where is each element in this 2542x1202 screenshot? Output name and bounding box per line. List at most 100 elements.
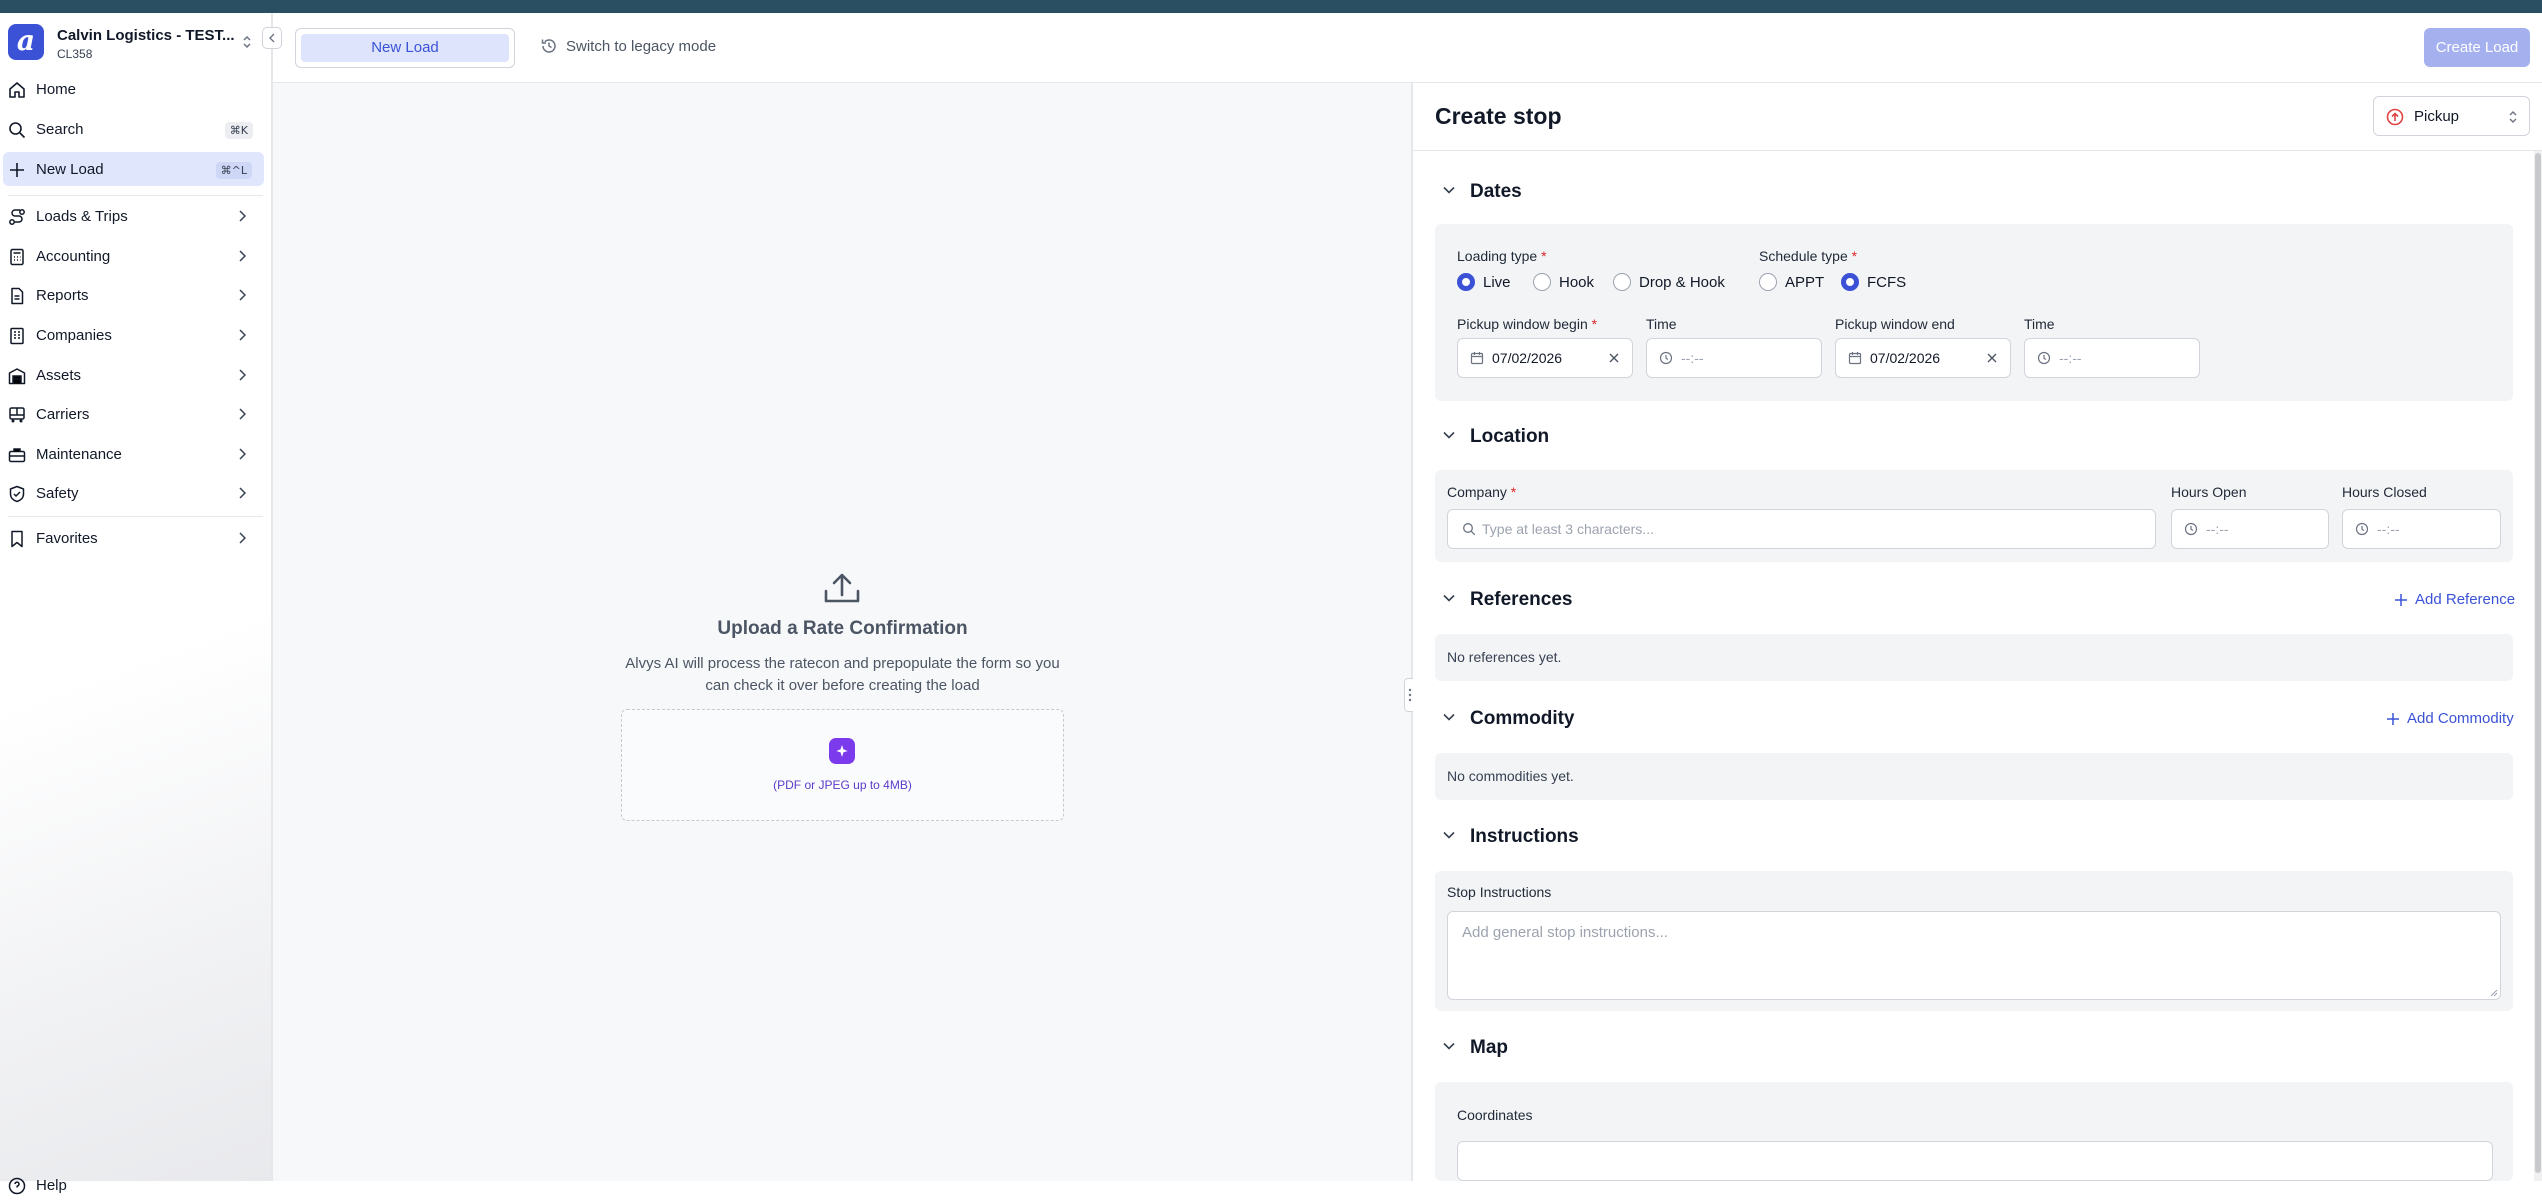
sidebar-item-new-load[interactable]: New Load ⌘^L xyxy=(3,152,264,186)
coordinates-input[interactable] xyxy=(1457,1141,2493,1181)
upload-icon xyxy=(824,573,860,603)
file-dropzone[interactable]: (PDF or JPEG up to 4MB) xyxy=(621,709,1064,821)
divider xyxy=(8,516,263,517)
sidebar-item-search[interactable]: Search ⌘K xyxy=(0,112,265,146)
section-title: Dates xyxy=(1470,181,1522,202)
panel-header: Create stop Pickup xyxy=(1413,83,2542,151)
commodities-empty-text: No commodities yet. xyxy=(1447,768,1574,784)
plus-icon xyxy=(2387,713,2399,725)
sidebar-item-reports[interactable]: Reports xyxy=(0,278,265,312)
chevron-right-icon xyxy=(239,289,246,301)
pickup-end-time-input[interactable]: --:-- xyxy=(2024,338,2200,378)
pickup-icon xyxy=(2386,108,2404,126)
history-icon xyxy=(541,39,556,53)
hours-open-input[interactable]: --:-- xyxy=(2171,509,2329,549)
company-search-input[interactable]: Type at least 3 characters... xyxy=(1447,509,2156,549)
stop-type-value: Pickup xyxy=(2414,108,2460,125)
upload-panel: Upload a Rate Confirmation Alvys AI will… xyxy=(273,83,1412,1181)
pickup-window-begin-input[interactable]: 07/02/2026 xyxy=(1457,338,1633,378)
chevron-down-icon xyxy=(1443,1042,1455,1050)
pickup-window-end-input[interactable]: 07/02/2026 xyxy=(1835,338,2011,378)
section-map-header[interactable]: Map xyxy=(1435,1033,2521,1063)
sidebar-item-favorites[interactable]: Favorites xyxy=(0,521,265,555)
org-switcher[interactable]: a Calvin Logistics - TEST... CL358 xyxy=(8,24,268,68)
org-code: CL358 xyxy=(57,47,93,61)
scrollbar[interactable] xyxy=(2534,151,2542,1181)
chevron-right-icon xyxy=(239,487,246,499)
section-commodity: No commodities yet. xyxy=(1435,753,2513,800)
clock-icon xyxy=(2184,522,2198,536)
stop-instructions-textarea[interactable]: Add general stop instructions... xyxy=(1447,911,2501,1000)
chevron-right-icon xyxy=(239,369,246,381)
calculator-icon xyxy=(10,248,24,266)
org-name: Calvin Logistics - TEST... xyxy=(57,27,235,44)
section-title: References xyxy=(1470,589,1573,610)
chevron-down-icon xyxy=(1443,713,1455,721)
sidebar-item-companies[interactable]: Companies xyxy=(0,318,265,352)
clock-icon xyxy=(1659,351,1673,365)
sidebar-item-label: Loads & Trips xyxy=(36,208,128,225)
section-references: No references yet. xyxy=(1435,634,2513,681)
section-title: Commodity xyxy=(1470,708,1575,729)
stop-type-select[interactable]: Pickup xyxy=(2373,96,2530,136)
sidebar-item-label: Carriers xyxy=(36,406,90,423)
sidebar-item-safety[interactable]: Safety xyxy=(0,476,265,510)
carrier-icon xyxy=(9,407,25,423)
clock-icon xyxy=(2355,522,2369,536)
clear-icon[interactable] xyxy=(1986,352,1998,364)
sidebar-item-assets[interactable]: Assets xyxy=(0,358,265,392)
collapse-sidebar-button[interactable] xyxy=(262,27,282,49)
toolbox-icon xyxy=(8,448,26,463)
time-label: Time xyxy=(2024,316,2055,332)
sidebar-item-label: Accounting xyxy=(36,248,111,265)
scrollbar-thumb[interactable] xyxy=(2535,153,2541,1173)
upload-title: Upload a Rate Confirmation xyxy=(717,618,968,639)
sidebar-item-accounting[interactable]: Accounting xyxy=(0,239,265,273)
create-load-button[interactable]: Create Load xyxy=(2424,28,2530,67)
sidebar-item-maintenance[interactable]: Maintenance xyxy=(0,437,265,471)
chevron-right-icon xyxy=(239,329,246,341)
bookmark-icon xyxy=(11,530,23,548)
shield-check-icon xyxy=(9,485,25,503)
chevron-right-icon xyxy=(239,532,246,544)
clear-icon[interactable] xyxy=(1608,352,1620,364)
sidebar: a Calvin Logistics - TEST... CL358 Home … xyxy=(0,13,273,1195)
route-icon xyxy=(9,209,25,225)
hours-closed-input[interactable]: --:-- xyxy=(2342,509,2501,549)
resize-grip-icon xyxy=(2490,989,2498,997)
section-dates-header[interactable]: Dates xyxy=(1435,177,2521,207)
sidebar-item-help[interactable]: Help xyxy=(0,1168,265,1202)
search-icon xyxy=(1463,523,1476,536)
chevron-up-down-icon xyxy=(243,35,251,49)
sidebar-item-carriers[interactable]: Carriers xyxy=(0,397,265,431)
chevron-right-icon xyxy=(239,448,246,460)
plus-icon xyxy=(2395,594,2407,606)
sidebar-item-label: Assets xyxy=(36,367,82,384)
hours-open-label: Hours Open xyxy=(2171,484,2247,500)
sidebar-item-label: Companies xyxy=(36,327,112,344)
section-commodity-header[interactable]: Commodity Add Commodity xyxy=(1435,704,2521,734)
warehouse-icon xyxy=(8,368,26,385)
page-header: New Load Switch to legacy mode Create Lo… xyxy=(273,13,2542,83)
sidebar-item-loads-trips[interactable]: Loads & Trips xyxy=(0,199,265,233)
chevron-right-icon xyxy=(239,408,246,420)
section-location-header[interactable]: Location xyxy=(1435,422,2521,452)
company-label: Company * xyxy=(1447,484,1517,500)
pickup-begin-time-input[interactable]: --:-- xyxy=(1646,338,1822,378)
chevron-down-icon xyxy=(1443,831,1455,839)
top-color-strip xyxy=(0,0,2542,13)
section-instructions-header[interactable]: Instructions xyxy=(1435,822,2521,852)
sidebar-item-label: Help xyxy=(36,1177,67,1194)
sidebar-item-label: Favorites xyxy=(36,530,98,547)
chevron-left-icon xyxy=(269,33,275,43)
section-references-header[interactable]: References Add Reference xyxy=(1435,585,2521,615)
sidebar-item-home[interactable]: Home xyxy=(0,72,265,106)
chevron-right-icon xyxy=(239,250,246,262)
hours-closed-label: Hours Closed xyxy=(2342,484,2427,500)
tab-new-load[interactable]: New Load xyxy=(301,34,509,62)
pickup-window-end-label: Pickup window end xyxy=(1835,316,1955,332)
sidebar-item-label: Safety xyxy=(36,485,79,502)
create-stop-panel: Create stop Pickup Dates Loading type * … xyxy=(1413,83,2542,1181)
plus-icon xyxy=(10,163,24,177)
section-location: Company * Type at least 3 characters... … xyxy=(1435,470,2513,562)
